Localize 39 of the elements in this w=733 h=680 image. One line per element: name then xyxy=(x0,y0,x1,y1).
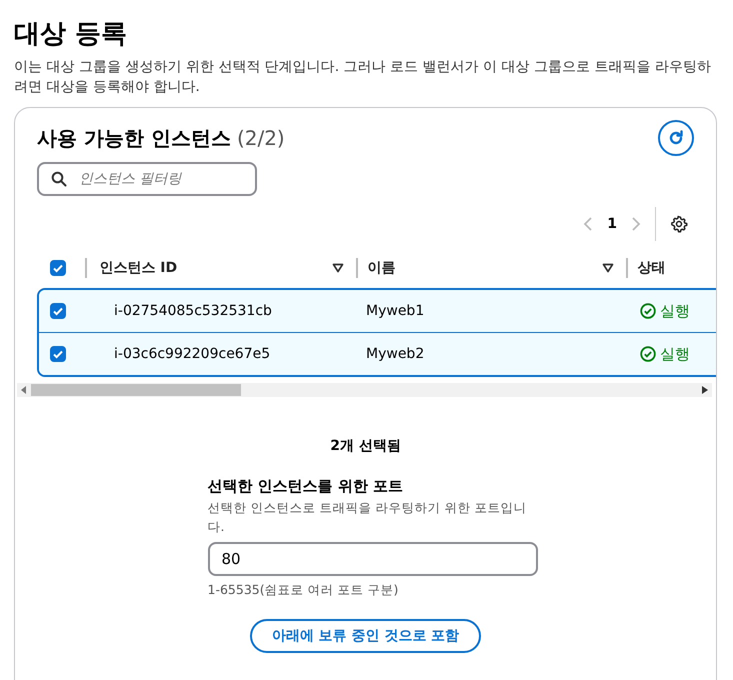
checkmark-icon xyxy=(52,262,64,274)
row-checkbox[interactable] xyxy=(50,346,66,362)
search-field[interactable]: 인스턴스 필터링 xyxy=(37,162,257,196)
sort-icon[interactable] xyxy=(332,263,344,273)
refresh-button[interactable] xyxy=(658,120,694,156)
column-header[interactable]: 이름 xyxy=(368,259,396,277)
horizontal-scrollbar[interactable] xyxy=(17,383,712,397)
column-header[interactable]: 인스턴스 ID xyxy=(99,259,178,277)
table-cell: i-02754085c532531cb xyxy=(114,303,272,319)
port-hint: 1-65535(쉼표로 여러 포트 구분) xyxy=(208,582,400,599)
status-text: 실행 xyxy=(660,302,690,320)
table-row[interactable]: i-03c6c992209ce67e5 Myweb2 실행 xyxy=(39,332,716,375)
page-title: 대상 등록 xyxy=(14,18,128,51)
scroll-left-icon[interactable] xyxy=(21,386,27,394)
check-circle-icon xyxy=(640,346,656,362)
search-icon xyxy=(51,171,67,187)
include-pending-button[interactable]: 아래에 보류 중인 것으로 포함 xyxy=(250,619,482,653)
port-input-field[interactable]: 80 xyxy=(208,542,538,576)
selection-summary: 2개 선택됨 xyxy=(330,437,401,455)
table-cell: i-03c6c992209ce67e5 xyxy=(114,346,270,362)
table-cell: Myweb1 xyxy=(366,303,424,319)
card-title: 사용 가능한 인스턴스 xyxy=(37,124,231,152)
sort-icon[interactable] xyxy=(602,263,614,273)
select-all-checkbox[interactable] xyxy=(50,260,66,276)
page-number[interactable]: 1 xyxy=(607,216,617,232)
port-label: 선택한 인스턴스를 위한 포트 xyxy=(208,477,404,496)
column-header[interactable]: 상태 xyxy=(638,259,666,277)
port-description: 선택한 인스턴스로 트래픽을 라우팅하기 위한 포트입니다. xyxy=(208,499,528,536)
page-description: 이는 대상 그룹을 생성하기 위한 선택적 단계입니다. 그러나 로드 밸런서가 이 대상 그룹으로 트래픽을 라우팅하려면 대상을 등록해야 합니다. xyxy=(14,58,712,97)
table-cell: Myweb2 xyxy=(366,346,424,362)
scroll-right-icon[interactable] xyxy=(702,386,708,394)
table-row[interactable]: i-02754085c532531cb Myweb1 실행 xyxy=(39,290,716,332)
checkmark-icon xyxy=(52,305,64,317)
check-circle-icon xyxy=(640,303,656,319)
checkmark-icon xyxy=(52,348,64,360)
status-text: 실행 xyxy=(660,344,690,364)
row-checkbox[interactable] xyxy=(50,303,66,319)
settings-icon[interactable] xyxy=(670,215,688,233)
instance-count: (2/2) xyxy=(236,126,285,150)
